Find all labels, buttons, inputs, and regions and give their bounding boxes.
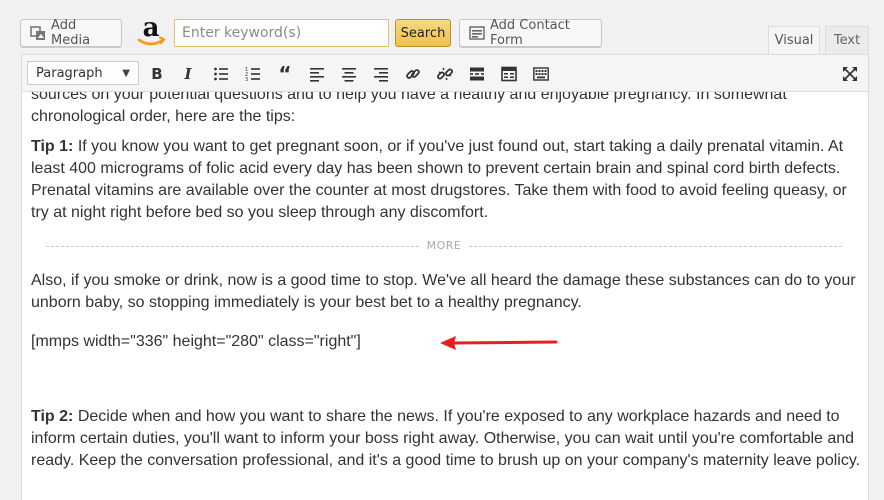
tip-1-text: If you know you want to get pregnant soo… [31,138,847,221]
blockquote-icon[interactable]: “ [275,62,295,86]
tip-2-label: Tip 2: [31,408,74,425]
paragraph-tip-1: Tip 1: If you know you want to get pregn… [31,136,861,224]
tab-text-label: Text [833,33,861,48]
chevron-down-icon: ▼ [122,67,130,79]
align-center-icon[interactable] [339,64,359,84]
svg-text:a: a [143,15,160,43]
post-editor-screen: Add Media a Search Add Contact Form Visu… [0,0,884,500]
add-media-label: Add Media [51,18,91,48]
intro-line-2: chronological order, here are the tips: [31,108,296,125]
bullet-list-icon[interactable] [211,64,231,84]
editor-content[interactable]: sources on your potential questions and … [22,92,868,500]
svg-text:3: 3 [245,77,248,82]
paragraph-format-select[interactable]: Paragraph ▼ [27,61,139,85]
numbered-list-icon[interactable]: 123 [243,64,263,84]
paragraph-tip-2: Tip 2: Decide when and how you want to s… [31,406,861,472]
toolbar-toggle-icon[interactable] [499,64,519,84]
fullscreen-icon[interactable] [840,64,860,84]
link-icon[interactable] [403,64,423,84]
add-contact-form-label: Add Contact Form [490,18,570,48]
align-left-icon[interactable] [307,64,327,84]
keyboard-icon[interactable] [531,64,551,84]
intro-line-1: sources on your potential questions and … [31,92,787,103]
tip-2-text: Decide when and how you want to share th… [31,408,861,469]
editor-area: Paragraph ▼ B I 123 “ sources on your po… [21,54,869,500]
add-media-button[interactable]: Add Media [20,18,122,48]
paragraph-smoke-drink: Also, if you smoke or drink, now is a go… [31,272,856,311]
tab-visual-label: Visual [774,33,814,48]
read-more-icon[interactable] [467,64,487,84]
read-more-divider: MORE [46,239,842,252]
more-line-left [46,245,419,247]
tab-visual[interactable]: Visual [768,26,820,54]
media-buttons-bar: Add Media a Search Add Contact Form Visu… [0,0,884,54]
tab-text[interactable]: Text [825,26,869,54]
editor-toolbar: Paragraph ▼ B I 123 “ [22,55,868,92]
form-icon [469,24,485,42]
add-contact-form-button[interactable]: Add Contact Form [459,18,602,48]
more-line-right [469,245,842,247]
paragraph-intro: sources on your potential questions and … [31,92,861,128]
keyword-search-input[interactable] [174,19,389,47]
media-icon [30,24,46,42]
tip-1-label: Tip 1: [31,138,74,155]
unlink-icon[interactable] [435,64,455,84]
more-label: MORE [426,239,462,252]
amazon-logo-icon[interactable]: a [135,13,167,49]
red-arrow-annotation [440,336,558,350]
format-select-value: Paragraph [36,65,103,81]
search-button-label: Search [400,25,446,41]
search-button[interactable]: Search [395,19,451,47]
bold-icon[interactable]: B [147,64,167,84]
italic-icon[interactable]: I [178,64,198,84]
align-right-icon[interactable] [371,64,391,84]
